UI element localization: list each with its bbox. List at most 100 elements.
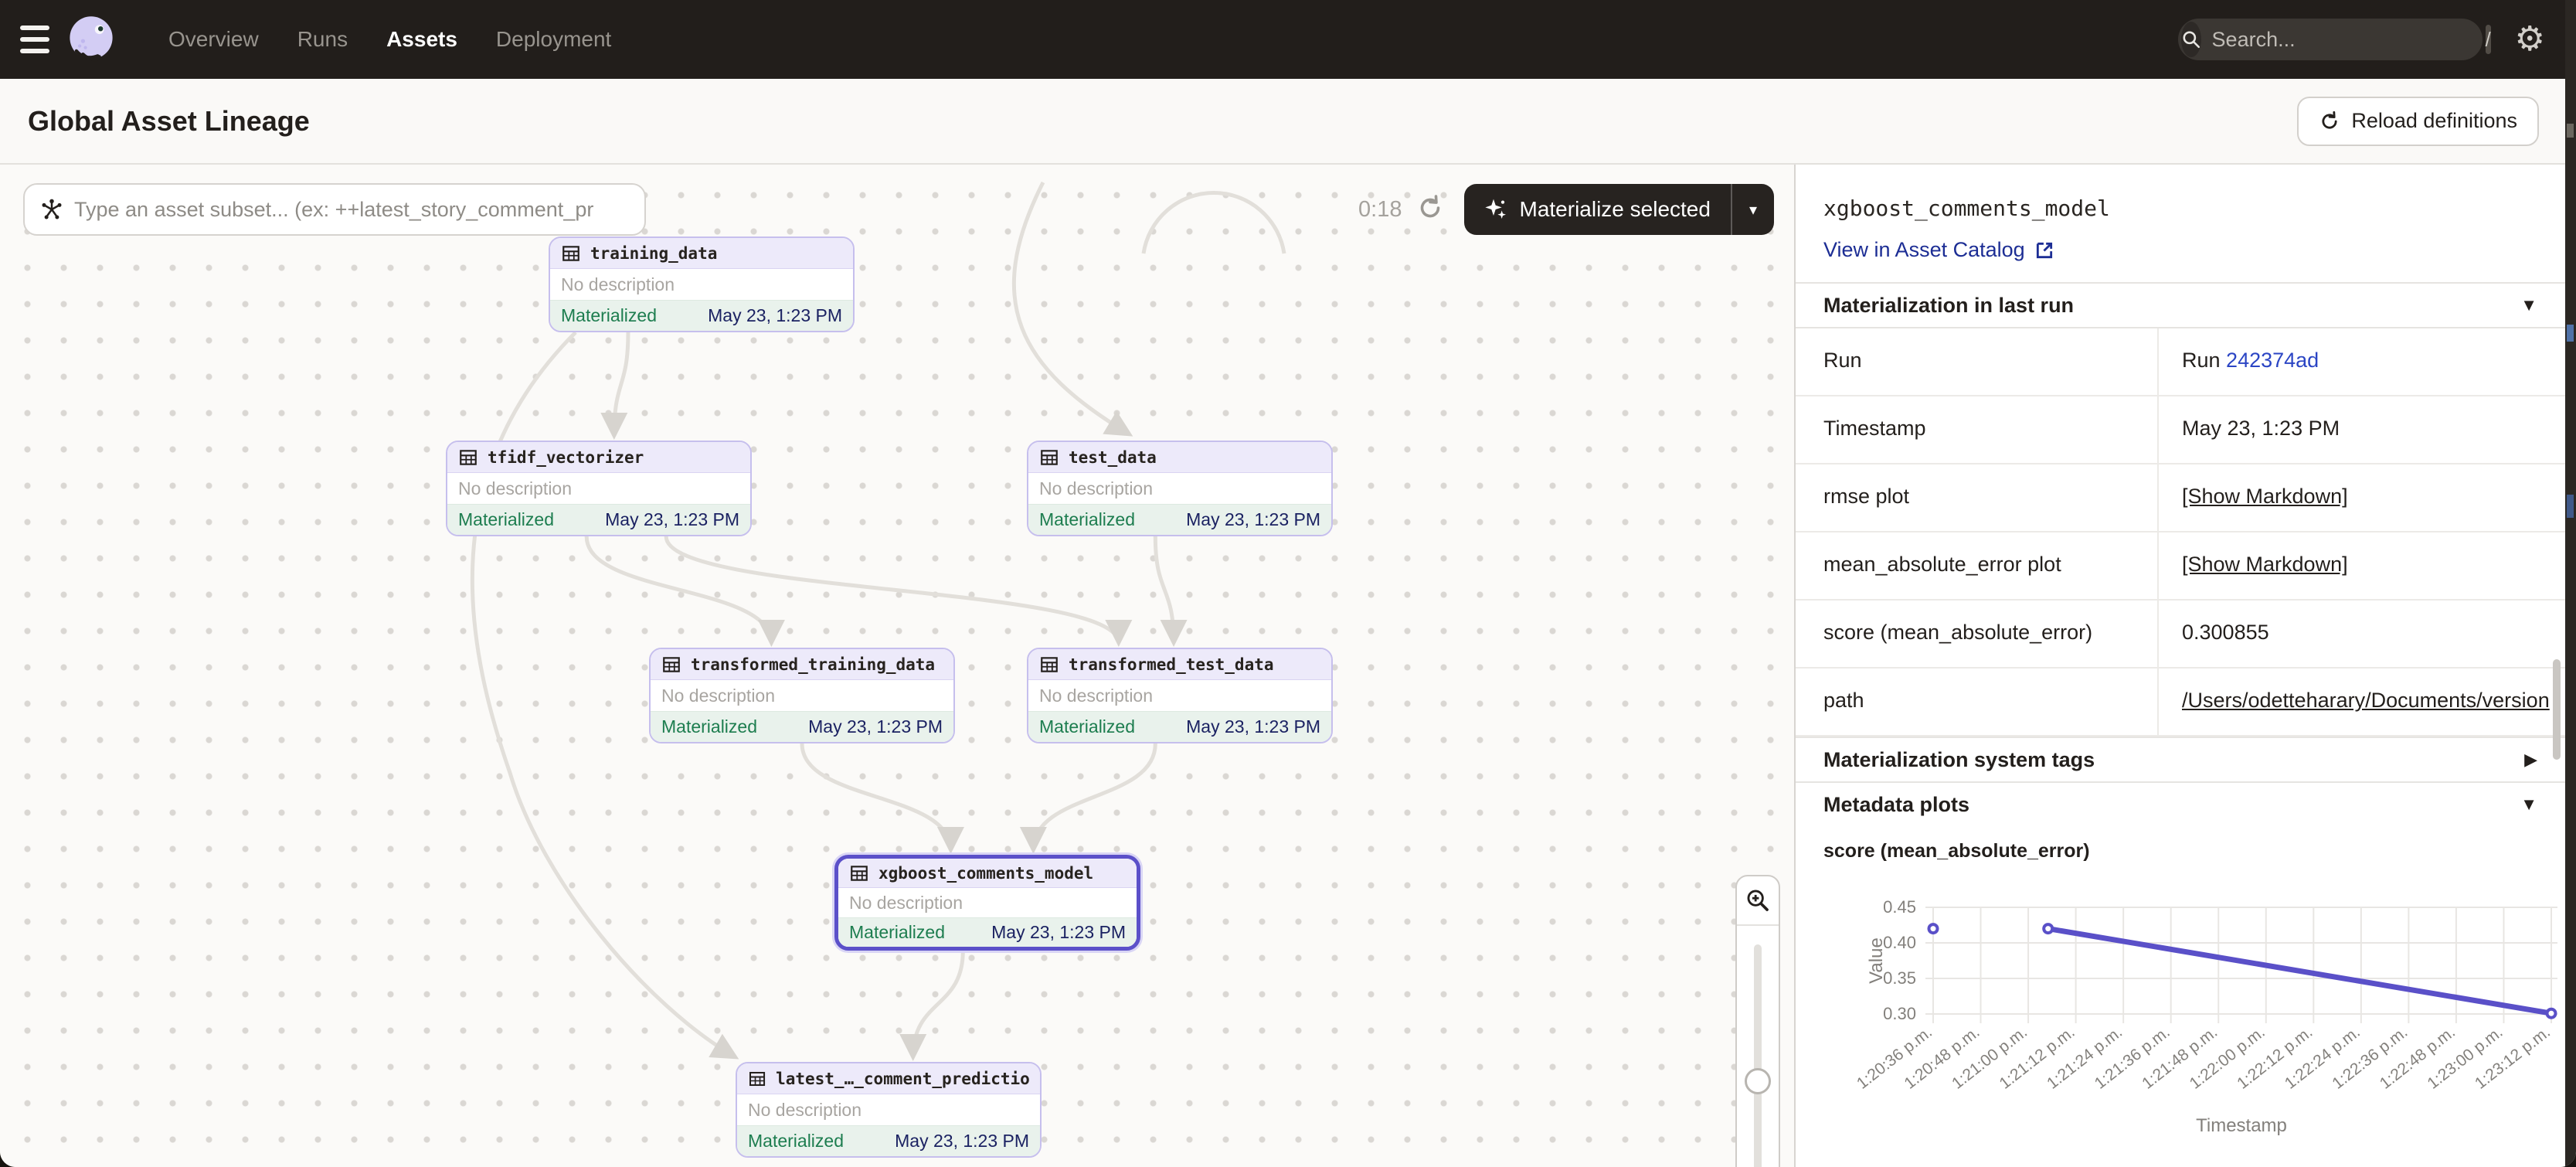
asset-node-description: No description <box>748 1100 861 1121</box>
asset-node-transformed_test_data[interactable]: transformed_test_data No description Mat… <box>1027 648 1333 743</box>
asset-node-timestamp: May 23, 1:23 PM <box>708 305 842 326</box>
asset-node-timestamp: May 23, 1:23 PM <box>1186 716 1320 737</box>
nav-item-assets[interactable]: Assets <box>372 16 471 63</box>
table-row: Run Run 242374ad <box>1796 328 2565 396</box>
svg-text:0.45: 0.45 <box>1883 897 1916 917</box>
background-window-strip <box>2565 0 2576 1167</box>
asset-node-transformed_training_data[interactable]: transformed_training_data No description… <box>649 648 955 743</box>
search-shortcut-badge: / <box>2486 25 2491 54</box>
table-row: mean_absolute_error plot [Show Markdown] <box>1796 532 2565 601</box>
table-icon <box>458 447 478 468</box>
reload-icon <box>2319 111 2340 132</box>
asset-node-title: xgboost_comments_model <box>878 864 1093 883</box>
svg-text:0.40: 0.40 <box>1883 933 1916 952</box>
asset-node-title: test_data <box>1069 448 1157 467</box>
nav-item-runs[interactable]: Runs <box>284 16 362 63</box>
nav-right: / ⚙ <box>2178 19 2576 60</box>
asset-node-title: training_data <box>590 244 717 263</box>
asset-node-description: No description <box>458 478 572 499</box>
graph-toolbar: 0:18 Materialize selected ▾ <box>23 183 1774 236</box>
nav-item-deployment[interactable]: Deployment <box>482 16 625 63</box>
zoom-slider <box>1737 924 1779 1167</box>
asset-name-title: xgboost_comments_model <box>1823 196 2537 221</box>
table-row: score (mean_absolute_error) 0.300855 <box>1796 601 2565 669</box>
reload-definitions-button[interactable]: Reload definitions <box>2297 97 2539 146</box>
svg-text:0.30: 0.30 <box>1883 1004 1916 1023</box>
section-materialization-last-run[interactable]: Materialization in last run ▼ <box>1796 282 2565 327</box>
nav-items: Overview Runs Assets Deployment <box>155 16 625 63</box>
external-link-icon <box>2034 240 2054 260</box>
section-materialization-system-tags[interactable]: Materialization system tags ▶ <box>1796 737 2565 781</box>
page-header: Global Asset Lineage Reload definitions <box>0 79 2576 165</box>
show-markdown-link[interactable]: [Show Markdown] <box>2182 553 2348 576</box>
chevron-right-icon: ▶ <box>2524 750 2537 770</box>
table-icon <box>748 1069 766 1089</box>
sparkle-icon <box>1484 197 1509 222</box>
asset-node-timestamp: May 23, 1:23 PM <box>991 922 1126 943</box>
asset-node-tfidf_vectorizer[interactable]: tfidf_vectorizer No description Material… <box>446 441 752 536</box>
asset-node-description: No description <box>1039 686 1153 706</box>
asset-node-description: No description <box>849 893 963 914</box>
asset-node-status: Materialized <box>458 509 554 530</box>
settings-gear-icon[interactable]: ⚙ <box>2515 22 2545 56</box>
chevron-down-icon: ▼ <box>2520 295 2537 315</box>
panel-scrollbar[interactable] <box>2553 659 2561 760</box>
section-metadata-plots[interactable]: Metadata plots ▼ <box>1796 781 2565 826</box>
zoom-slider-handle[interactable] <box>1745 1068 1771 1094</box>
asset-subset-input[interactable] <box>74 198 629 222</box>
dagster-logo[interactable] <box>65 13 117 66</box>
asset-node-latest_predictions[interactable]: latest_…_comment_predictions No descript… <box>736 1062 1042 1158</box>
asset-node-timestamp: May 23, 1:23 PM <box>605 509 739 530</box>
asset-node-status: Materialized <box>1039 509 1135 530</box>
asset-node-title: transformed_training_data <box>691 655 935 674</box>
zoom-controls <box>1735 875 1780 1167</box>
asset-node-xgboost_comments_model[interactable]: xgboost_comments_model No description Ma… <box>834 855 1140 951</box>
asset-subset-filter[interactable] <box>23 183 646 236</box>
search-icon <box>2181 22 2201 57</box>
op-selector-icon <box>40 198 63 221</box>
global-search[interactable]: / <box>2178 19 2483 60</box>
table-row: Timestamp May 23, 1:23 PM <box>1796 396 2565 464</box>
asset-detail-panel: xgboost_comments_model View in Asset Cat… <box>1794 165 2565 1167</box>
svg-text:Timestamp: Timestamp <box>2196 1115 2287 1136</box>
svg-text:0.35: 0.35 <box>1883 968 1916 988</box>
top-nav: Overview Runs Assets Deployment / ⚙ <box>0 0 2576 79</box>
dagster-app: Overview Runs Assets Deployment / ⚙ Glob… <box>0 0 2576 1167</box>
asset-node-title: transformed_test_data <box>1069 655 1274 674</box>
asset-node-test_data[interactable]: test_data No description Materialized Ma… <box>1027 441 1333 536</box>
asset-node-status: Materialized <box>1039 716 1135 737</box>
table-icon <box>849 863 869 883</box>
asset-node-description: No description <box>661 686 775 706</box>
materialize-selected-button[interactable]: Materialize selected <box>1464 184 1731 235</box>
materialize-selected-split-button: Materialize selected ▾ <box>1464 184 1775 235</box>
asset-node-title: latest_…_comment_predictions <box>776 1070 1029 1088</box>
show-markdown-link[interactable]: [Show Markdown] <box>2182 485 2348 508</box>
asset-node-timestamp: May 23, 1:23 PM <box>1186 509 1320 530</box>
score-line-chart: 1:20:36 p.m.1:20:48 p.m.1:21:00 p.m.1:21… <box>1796 862 2565 1150</box>
file-path-link[interactable]: /Users/odetteharary/Documents/version <box>2182 689 2550 712</box>
svg-text:Value: Value <box>1866 937 1887 984</box>
page-title: Global Asset Lineage <box>28 105 310 138</box>
refresh-timer: 0:18 <box>1358 197 1402 223</box>
chevron-down-icon: ▼ <box>2520 794 2537 815</box>
zoom-slider-track[interactable] <box>1754 944 1762 1167</box>
asset-node-status: Materialized <box>561 305 657 326</box>
materialization-metadata-table: Run Run 242374ad Timestamp May 23, 1:23 … <box>1796 327 2565 737</box>
refresh-icon[interactable] <box>1416 194 1444 226</box>
asset-node-status: Materialized <box>849 922 945 943</box>
asset-node-training_data[interactable]: training_data No description Materialize… <box>549 236 855 332</box>
asset-graph-canvas[interactable]: training_data No description Materialize… <box>0 165 1794 1167</box>
asset-node-title: tfidf_vectorizer <box>488 448 644 467</box>
asset-node-status: Materialized <box>748 1131 844 1152</box>
search-input[interactable] <box>2212 28 2486 52</box>
metadata-plot-block: score (mean_absolute_error) 1:20:36 p.m.… <box>1796 826 2565 1154</box>
zoom-in-button[interactable] <box>1737 876 1779 924</box>
run-id-link[interactable]: 242374ad <box>2226 349 2319 372</box>
asset-node-timestamp: May 23, 1:23 PM <box>808 716 943 737</box>
table-icon <box>1039 447 1059 468</box>
view-in-asset-catalog-link[interactable]: View in Asset Catalog <box>1823 238 2537 262</box>
materialize-options-caret[interactable]: ▾ <box>1732 184 1774 235</box>
hamburger-menu-icon[interactable] <box>6 0 63 79</box>
table-icon <box>1039 655 1059 675</box>
nav-item-overview[interactable]: Overview <box>155 16 273 63</box>
